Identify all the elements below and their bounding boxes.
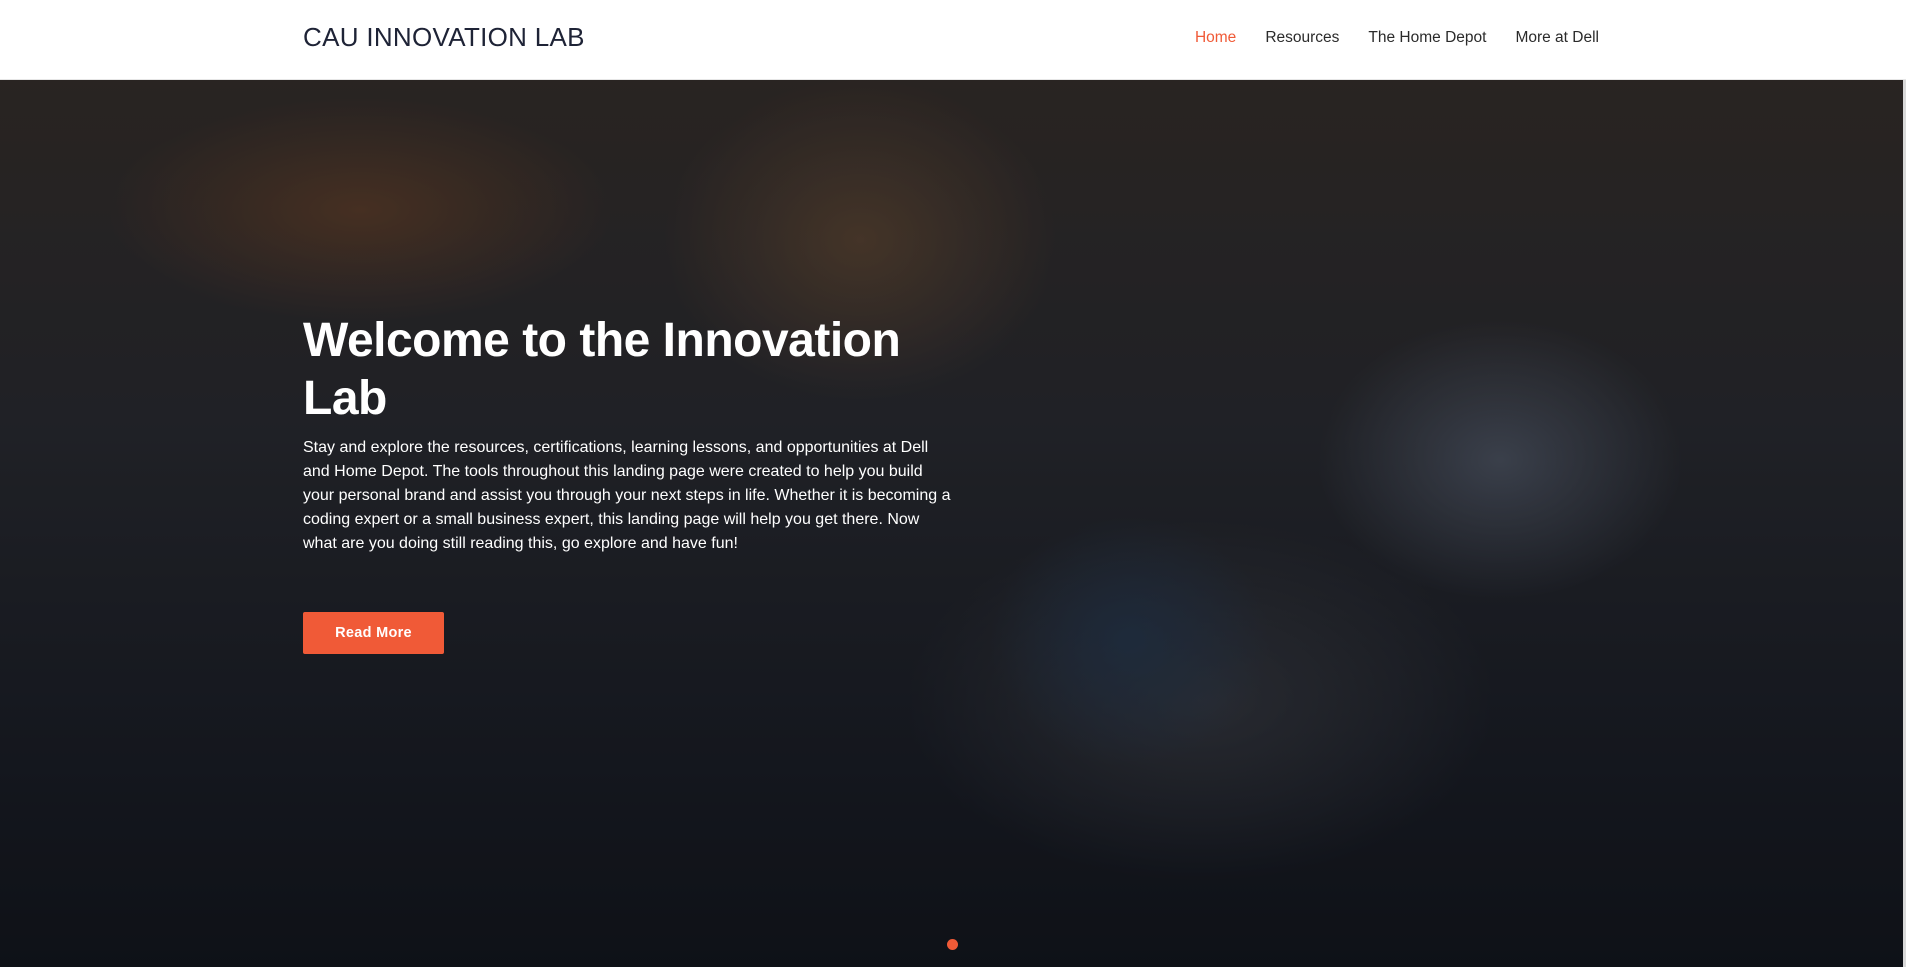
nav-link-resources[interactable]: Resources: [1265, 29, 1339, 47]
top-navbar: CAU INNOVATION LAB Home Resources The Ho…: [0, 0, 1906, 80]
carousel-indicator-dot[interactable]: [947, 939, 958, 950]
main-nav: Home Resources The Home Depot More at De…: [1195, 29, 1599, 47]
hero-description: Stay and explore the resources, certific…: [303, 439, 951, 552]
hero-content: Welcome to the Innovation Lab Stay and e…: [303, 312, 963, 556]
nav-link-more-at-dell[interactable]: More at Dell: [1515, 29, 1599, 47]
nav-link-home[interactable]: Home: [1195, 29, 1236, 47]
site-brand-logo[interactable]: CAU INNOVATION LAB: [303, 22, 585, 53]
nav-link-the-home-depot[interactable]: The Home Depot: [1368, 29, 1486, 47]
read-more-button[interactable]: Read More: [303, 612, 444, 654]
hero-title: Welcome to the Innovation Lab: [303, 314, 901, 425]
